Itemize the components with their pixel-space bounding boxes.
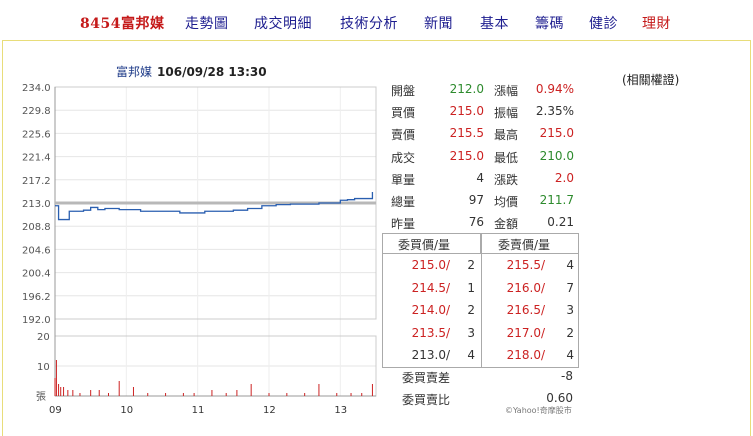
quote-label: 賣價 xyxy=(391,128,416,143)
time-tick-label: 12 xyxy=(263,405,276,416)
bid-qty: 1 xyxy=(467,280,475,295)
related-warrants-link[interactable]: (相關權證) xyxy=(622,71,679,88)
quote-row: 賣價 215.5 最高 215.0 xyxy=(390,124,580,146)
quote-label: 開盤 xyxy=(391,84,416,98)
ask-price: 216.5/ xyxy=(506,303,545,317)
order-diff-table: 委買賣差 -8 委買賣比 0.60 xyxy=(382,366,579,410)
intraday-chart: 234.0 229.8 225.6 221.4 217.2 213.0 208.8 204.6… xyxy=(22,83,377,416)
price-tick-label: 192.0 xyxy=(22,315,51,326)
order-ratio-label: 委買賣比 xyxy=(402,393,451,407)
order-diff-label: 委買賣差 xyxy=(402,371,451,385)
quote-value: 215.0 xyxy=(539,126,574,141)
quote-label: 昨量 xyxy=(391,217,416,232)
volume-tick-label: 張 xyxy=(36,391,46,403)
quote-label: 買價 xyxy=(391,106,416,121)
quote-value: 0.94% xyxy=(535,82,574,96)
quote-value: 212.0 xyxy=(449,82,484,96)
bid-qty: 2 xyxy=(467,303,475,317)
time-tick-label: 09 xyxy=(49,405,62,416)
ask-price: 216.0/ xyxy=(506,280,545,295)
bid-qty: 2 xyxy=(467,258,475,272)
quote-table: 開盤 212.0 漲幅 0.94% 買價 215.0 振幅 2.35% 賣價 215.5 最高 215… xyxy=(390,80,580,235)
price-tick-label: 217.2 xyxy=(22,176,51,187)
ask-qty: 7 xyxy=(566,280,574,295)
quote-row: 成交 215.0 最低 210.0 xyxy=(390,147,580,169)
quote-value: 215.0 xyxy=(449,148,484,163)
price-series-line xyxy=(55,191,374,221)
quote-value: 211.7 xyxy=(539,192,574,207)
order-diff-row: 委買賣差 -8 xyxy=(382,366,579,388)
quote-label: 金額 xyxy=(494,217,519,232)
bid-qty: 3 xyxy=(467,325,475,340)
quote-label: 成交 xyxy=(391,150,416,165)
quote-label: 漲跌 xyxy=(494,172,519,187)
price-tick-label: 213.0 xyxy=(22,199,51,210)
quote-label: 振幅 xyxy=(494,106,519,121)
quote-value: 210.0 xyxy=(539,148,574,163)
chart-header: 富邦媒 106/09/28 13:30 xyxy=(116,63,267,80)
ask-price: 215.5/ xyxy=(506,258,545,272)
quote-label: 總量 xyxy=(391,194,416,209)
quote-label: 最低 xyxy=(494,150,519,165)
ask-qty: 3 xyxy=(566,303,574,317)
bid-price: 214.5/ xyxy=(411,280,450,295)
price-tick-label: 196.2 xyxy=(22,292,51,303)
quote-value: 215.0 xyxy=(449,104,484,119)
quote-value: 215.5 xyxy=(449,126,484,141)
price-tick-label: 204.6 xyxy=(22,245,51,256)
quote-label: 單量 xyxy=(391,172,416,187)
quote-value: 0.21 xyxy=(547,215,574,230)
price-tick-label: 225.6 xyxy=(22,129,51,140)
quote-value: 76 xyxy=(468,215,484,230)
ask-header: 委賣價/量 xyxy=(481,234,578,253)
quote-row: 昨量 76 金額 0.21 xyxy=(390,213,580,235)
quote-label: 漲幅 xyxy=(494,84,519,98)
quote-row: 開盤 212.0 漲幅 0.94% xyxy=(390,80,580,102)
order-ratio-row: 委買賣比 0.60 xyxy=(382,388,579,410)
volume-tick-label: 20 xyxy=(37,332,50,343)
bid-price: 215.0/ xyxy=(411,258,450,272)
bid-header: 委買價/量 xyxy=(383,234,481,253)
price-tick-label: 200.4 xyxy=(22,269,51,280)
quote-row: 總量 97 均價 211.7 xyxy=(390,191,580,213)
time-tick-label: 10 xyxy=(120,405,133,416)
order-ratio-value: 0.60 xyxy=(546,391,573,405)
quote-label: 最高 xyxy=(494,128,519,143)
price-tick-label: 229.8 xyxy=(22,106,51,117)
quote-row: 買價 215.0 振幅 2.35% xyxy=(390,102,580,124)
order-diff-value: -8 xyxy=(561,369,573,383)
quote-value: 4 xyxy=(476,170,484,185)
quote-label: 均價 xyxy=(494,194,519,209)
quote-row: 單量 4 漲跌 2.0 xyxy=(390,169,580,191)
price-tick-label: 208.8 xyxy=(22,222,51,233)
bid-price: 214.0/ xyxy=(411,303,450,317)
chart-stock-name: 富邦媒 xyxy=(116,65,153,79)
chart-datetime: 106/09/28 13:30 xyxy=(157,65,267,79)
ask-qty: 4 xyxy=(566,258,574,272)
quote-value: 2.35% xyxy=(535,104,574,119)
time-tick-label: 11 xyxy=(192,405,205,416)
volume-tick-label: 10 xyxy=(37,362,50,373)
book-column-divider xyxy=(481,234,482,367)
order-book: 委買價/量 委賣價/量 215.0/2 214.5/1 214.0/2 213.5/3… xyxy=(382,233,579,368)
bid-price: 213.5/ xyxy=(411,325,450,340)
ask-price: 217.0/ xyxy=(506,325,545,340)
time-tick-label: 13 xyxy=(334,405,347,416)
price-tick-label: 221.4 xyxy=(22,153,51,164)
price-tick-label: 234.0 xyxy=(22,83,51,94)
ask-qty: 2 xyxy=(566,325,574,340)
quote-value: 2.0 xyxy=(554,170,574,185)
quote-value: 97 xyxy=(468,192,484,207)
